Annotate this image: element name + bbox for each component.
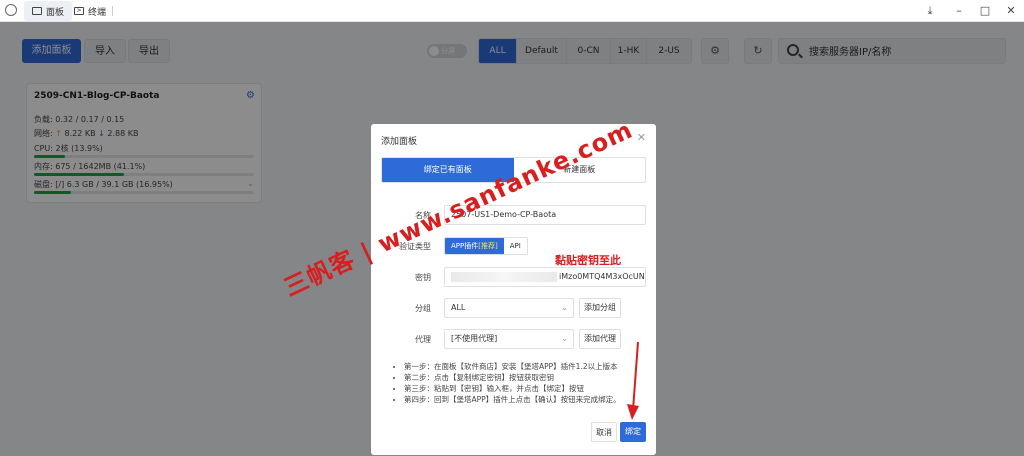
group-value: ALL — [451, 303, 466, 312]
verify-type-switch: APP插件[推荐] API — [444, 237, 528, 255]
proxy-value: [不使用代理] — [451, 334, 498, 343]
group-select[interactable]: ALL ⌄ — [444, 298, 574, 318]
dialog-title: 添加面板 — [381, 137, 418, 147]
step-item: 第四步：回到【堡塔APP】插件上点击【确认】按钮来完成绑定。 — [404, 394, 621, 405]
maximize-icon[interactable]: □ — [977, 3, 993, 19]
proxy-select[interactable]: [不使用代理] ⌄ — [444, 329, 574, 349]
annotation-note: 黏贴密钥至此 — [555, 254, 621, 267]
bind-button[interactable]: 绑定 — [620, 422, 646, 442]
close-icon[interactable]: ✕ — [637, 131, 646, 144]
verify-app-label: APP插件 — [451, 242, 479, 250]
panel-icon — [32, 7, 42, 15]
tab-label: 终端 — [88, 7, 107, 18]
annotation-arrow-icon — [627, 341, 639, 420]
group-label: 分组 — [415, 304, 431, 313]
download-icon[interactable]: ⤓ — [922, 3, 938, 19]
title-bar: 面板 > 终端 ⤓ – □ ✕ — [0, 0, 1024, 22]
redacted-key — [451, 271, 557, 282]
tab-label: 面板 — [46, 7, 65, 18]
add-group-button[interactable]: 添加分组 — [579, 298, 621, 318]
minimize-icon[interactable]: – — [951, 3, 967, 19]
key-label: 密钥 — [415, 273, 431, 282]
bind-instructions: 第一步：在面板【软件商店】安装【堡塔APP】插件1.2以上版本 第二步：点击【复… — [398, 361, 621, 405]
tab-terminal[interactable]: > 终端 — [66, 1, 114, 21]
recommended-tag: [推荐] — [478, 242, 498, 250]
add-proxy-button[interactable]: 添加代理 — [579, 329, 621, 349]
key-input[interactable]: iMzo0MTQ4M3xOcUNN — [444, 267, 646, 287]
cancel-button[interactable]: 取消 — [591, 422, 617, 442]
terminal-icon: > — [74, 7, 84, 15]
chevron-down-icon: ⌄ — [561, 303, 568, 312]
step-item: 第三步：粘贴到【密钥】输入框，并点击【绑定】按钮 — [404, 383, 621, 394]
close-icon[interactable]: ✕ — [1003, 3, 1019, 19]
tab-panels[interactable]: 面板 — [24, 1, 73, 21]
key-value: iMzo0MTQ4M3xOcUNN — [559, 272, 646, 281]
step-item: 第二步：点击【复制绑定密钥】按钮获取密钥 — [404, 372, 621, 383]
tab-divider — [112, 6, 113, 16]
verify-app-plugin[interactable]: APP插件[推荐] — [445, 238, 504, 254]
user-icon[interactable] — [5, 4, 17, 16]
verify-api[interactable]: API — [504, 238, 527, 254]
step-item: 第一步：在面板【软件商店】安装【堡塔APP】插件1.2以上版本 — [404, 361, 621, 372]
chevron-down-icon: ⌄ — [561, 334, 568, 343]
proxy-label: 代理 — [415, 335, 431, 344]
